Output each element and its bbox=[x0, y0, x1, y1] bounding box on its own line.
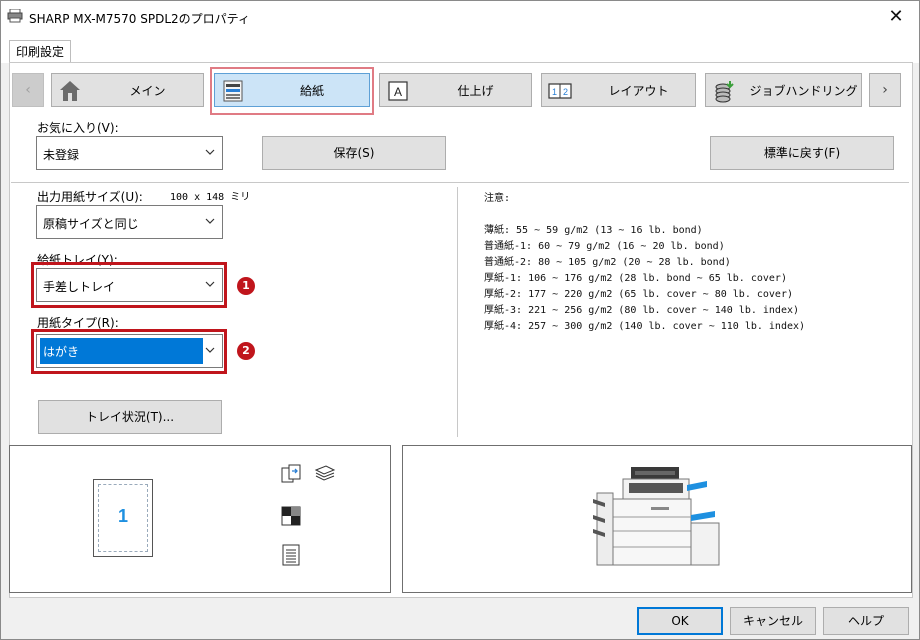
nav-job-handling-button[interactable]: ジョブハンドリング bbox=[705, 73, 862, 107]
notes-line: 薄紙: 55 ~ 59 g/m2 (13 ~ 16 lb. bond) bbox=[484, 225, 703, 236]
notes-line: 普通紙-1: 60 ~ 79 g/m2 (16 ~ 20 lb. bond) bbox=[484, 241, 725, 252]
nav-layout-button[interactable]: 1 2 レイアウト bbox=[541, 73, 696, 107]
ok-button[interactable]: OK bbox=[637, 607, 723, 635]
paper-type-value: はがき bbox=[43, 345, 80, 359]
nav-main-label: メイン bbox=[129, 84, 166, 98]
help-button[interactable]: ヘルプ bbox=[823, 607, 909, 635]
paper-preview: 1 bbox=[93, 479, 153, 557]
page-number: 1 bbox=[117, 506, 128, 526]
reset-defaults-button[interactable]: 標準に戻す(F) bbox=[710, 136, 894, 170]
tab-strip: 印刷設定 bbox=[1, 33, 919, 64]
output-size-label: 出力用紙サイズ(U): bbox=[37, 190, 143, 204]
printer-illustration bbox=[593, 467, 720, 566]
favorites-label: お気に入り(V): bbox=[37, 121, 119, 135]
nav-job-handling-label: ジョブハンドリング bbox=[749, 84, 858, 98]
tray-status-button[interactable]: トレイ状況(T)... bbox=[38, 400, 222, 434]
paper-type-select[interactable]: はがき bbox=[36, 334, 223, 368]
notes-line: 普通紙-2: 80 ~ 105 g/m2 (20 ~ 28 lb. bond) bbox=[484, 257, 731, 268]
nav-main-button[interactable]: メイン bbox=[51, 73, 204, 107]
close-button[interactable]: ✕ bbox=[873, 1, 919, 32]
chevron-down-icon bbox=[205, 281, 215, 287]
vertical-divider bbox=[457, 187, 458, 437]
notes-line: 厚紙-1: 106 ~ 176 g/m2 (28 lb. bond ~ 65 l… bbox=[484, 273, 787, 284]
title-bar: SHARP MX-M7570 SPDL2のプロパティ ✕ bbox=[1, 1, 919, 33]
favorites-value: 未登録 bbox=[43, 148, 80, 162]
callout-badge-1: 1 bbox=[237, 277, 255, 295]
chevron-down-icon bbox=[205, 218, 215, 224]
chevron-down-icon bbox=[205, 347, 215, 353]
nav-next-button[interactable]: › bbox=[869, 73, 901, 107]
callout-badge-2: 2 bbox=[237, 342, 255, 360]
nav-layout-label: レイアウト bbox=[608, 84, 669, 98]
divider bbox=[11, 182, 909, 183]
output-size-select[interactable]: 原稿サイズと同じ bbox=[36, 205, 223, 239]
window-title: SHARP MX-M7570 SPDL2のプロパティ bbox=[29, 12, 250, 26]
paper-weight-notes: 注意: 薄紙: 55 ~ 59 g/m2 (13 ~ 16 lb. bond) … bbox=[484, 191, 805, 335]
nav-paper-label: 給紙 bbox=[299, 84, 324, 98]
properties-window: SHARP MX-M7570 SPDL2のプロパティ ✕ 印刷設定 ‹ メイン … bbox=[0, 0, 920, 640]
chevron-left-icon: ‹ bbox=[25, 82, 31, 98]
paper-stack-icon bbox=[314, 465, 336, 481]
chevron-down-icon bbox=[205, 149, 215, 155]
color-mode-icon bbox=[281, 506, 301, 526]
favorites-select[interactable]: 未登録 bbox=[36, 136, 223, 170]
notes-line: 厚紙-4: 257 ~ 300 g/m2 (140 lb. cover ~ 11… bbox=[484, 321, 806, 332]
tab-print-settings[interactable]: 印刷設定 bbox=[9, 40, 72, 64]
notes-line: 厚紙-2: 177 ~ 220 g/m2 (65 lb. cover ~ 80 … bbox=[484, 289, 793, 300]
close-icon: ✕ bbox=[888, 6, 904, 27]
nav-finishing-label: 仕上げ bbox=[457, 84, 494, 98]
chevron-right-icon: › bbox=[882, 82, 888, 98]
output-size-dimension: 100 x 148 ミリ bbox=[170, 192, 251, 203]
cancel-button[interactable]: キャンセル bbox=[730, 607, 816, 635]
output-size-value: 原稿サイズと同じ bbox=[43, 217, 139, 231]
printer-icon bbox=[7, 9, 23, 23]
notes-line: 厚紙-3: 221 ~ 256 g/m2 (80 lb. cover ~ 140… bbox=[484, 305, 800, 316]
nav-paper-button[interactable]: 給紙 bbox=[214, 73, 370, 107]
duplex-icon bbox=[281, 464, 301, 483]
document-icon bbox=[282, 544, 300, 566]
save-button[interactable]: 保存(S) bbox=[262, 136, 446, 170]
nav-prev-button[interactable]: ‹ bbox=[12, 73, 44, 107]
notes-title: 注意: bbox=[484, 193, 511, 204]
paper-tray-select[interactable]: 手差しトレイ bbox=[36, 268, 223, 302]
nav-finishing-button[interactable]: A 仕上げ bbox=[379, 73, 532, 107]
paper-tray-value: 手差しトレイ bbox=[43, 280, 116, 294]
